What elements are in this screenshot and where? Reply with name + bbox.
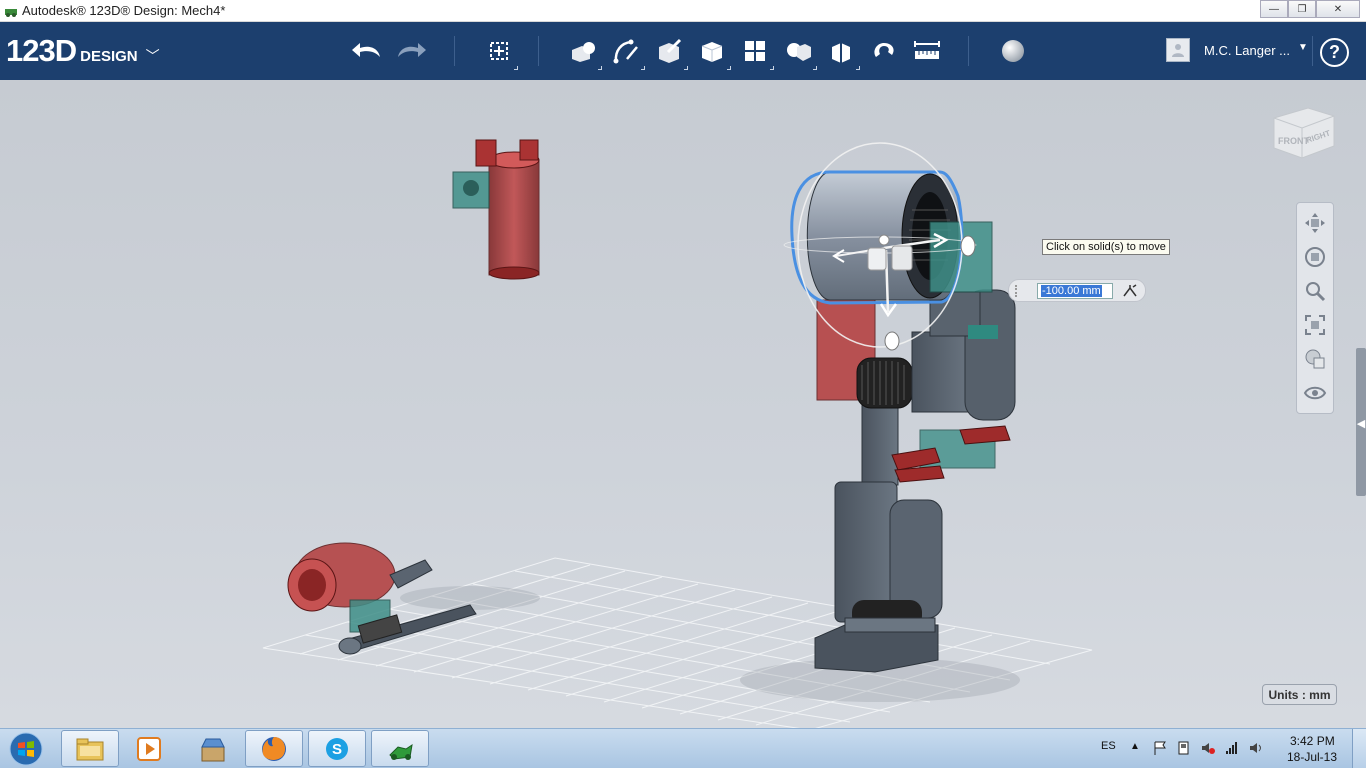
combine-button[interactable]: [824, 34, 860, 70]
media-player-icon: [137, 736, 161, 761]
fit-icon: [1305, 315, 1325, 335]
primitives-button[interactable]: [566, 34, 602, 70]
taskbar-store[interactable]: [184, 730, 242, 767]
toolbar-separator: [538, 36, 539, 66]
combine-icon: [832, 43, 850, 63]
taskbar: S ES ▲ 3:42 PM 18-Jul-13: [0, 728, 1366, 768]
sketch-button[interactable]: [609, 34, 645, 70]
visibility-icon: [1303, 386, 1327, 400]
transform-button[interactable]: [482, 34, 518, 70]
redo-button[interactable]: [394, 34, 428, 68]
toolbar-separator: [1312, 36, 1313, 66]
construct-button[interactable]: [652, 34, 688, 70]
transform-icon: [490, 42, 508, 60]
material-icon: [1002, 40, 1024, 62]
user-icon: [1172, 44, 1184, 57]
store-icon: [201, 738, 225, 761]
chevron-down-icon: ﹀: [145, 48, 160, 64]
avatar[interactable]: [1166, 38, 1190, 62]
move-tooltip: Click on solid(s) to move: [1042, 239, 1170, 255]
redo-icon: [398, 43, 426, 57]
toolbar-separator: [968, 36, 969, 66]
chevron-left-icon[interactable]: ◀: [1356, 412, 1366, 434]
pattern-button[interactable]: [738, 34, 774, 70]
user-name[interactable]: M.C. Langer ...: [1204, 43, 1290, 58]
undo-button[interactable]: [350, 34, 384, 68]
zoom-icon: [1306, 282, 1326, 302]
123d-design-icon: [389, 743, 413, 760]
taskbar-123d-design[interactable]: [371, 730, 429, 767]
language-indicator[interactable]: ES: [1101, 740, 1116, 752]
windows-start-icon: [9, 732, 43, 766]
toolbar-separator: [454, 36, 455, 66]
user-menu-chevron-icon[interactable]: ▼: [1298, 42, 1308, 53]
show-hidden-icons-icon[interactable]: ▲: [1130, 741, 1140, 752]
logo-word: DESIGN: [80, 48, 138, 65]
undo-icon: [352, 43, 380, 57]
fit-button[interactable]: [1301, 311, 1329, 339]
window-controls: — ❐ ✕: [1260, 0, 1360, 18]
show-desktop-button[interactable]: [1352, 729, 1366, 768]
volume-alert-icon[interactable]: [1200, 740, 1216, 756]
app-logo-icon: [5, 9, 17, 17]
taskbar-firefox[interactable]: [245, 730, 303, 767]
snap-button[interactable]: [867, 34, 901, 68]
taskbar-skype[interactable]: S: [308, 730, 366, 767]
view-style-icon: [1305, 349, 1325, 369]
move-distance-widget: -100.00 mm: [1008, 279, 1146, 302]
action-center-flag-icon[interactable]: [1152, 740, 1168, 756]
material-button[interactable]: [996, 34, 1030, 68]
firefox-icon: [262, 736, 286, 761]
pan-icon: [1305, 213, 1325, 233]
taskbar-media-player[interactable]: [120, 730, 178, 767]
model-scene[interactable]: [0, 80, 1366, 728]
help-button[interactable]: ?: [1320, 38, 1349, 67]
grouping-button[interactable]: [781, 34, 817, 70]
start-button[interactable]: [4, 730, 48, 768]
view-style-button[interactable]: [1301, 345, 1329, 373]
network-signal-icon[interactable]: [1224, 740, 1240, 756]
orbit-button[interactable]: [1301, 243, 1329, 271]
drag-grip-icon[interactable]: [1015, 285, 1021, 297]
svg-text:S: S: [332, 741, 342, 758]
flip-direction-icon[interactable]: [1121, 283, 1139, 299]
construct-icon: [659, 38, 682, 63]
3d-viewport[interactable]: Click on solid(s) to move -100.00 mm FRO…: [0, 80, 1366, 728]
sketch-icon: [613, 39, 638, 64]
units-button[interactable]: Units : mm: [1262, 684, 1337, 705]
clock-time[interactable]: 3:42 PM: [1290, 734, 1335, 748]
distance-value: -100.00 mm: [1041, 285, 1102, 297]
modify-button[interactable]: [695, 34, 731, 70]
pan-button[interactable]: [1301, 209, 1329, 237]
restore-button[interactable]: ❐: [1288, 0, 1316, 18]
modify-icon: [701, 42, 723, 62]
clock-date[interactable]: 18-Jul-13: [1287, 750, 1337, 764]
skype-icon: S: [326, 737, 348, 760]
navigation-bar: [1296, 202, 1334, 414]
floating-arm-part[interactable]: [452, 139, 540, 280]
window-title: Autodesk® 123D® Design: Mech4*: [22, 3, 226, 18]
taskbar-explorer[interactable]: [61, 730, 119, 767]
file-explorer-icon: [76, 738, 104, 760]
orbit-icon: [1305, 247, 1325, 267]
device-icon[interactable]: [1176, 740, 1192, 756]
viewcube[interactable]: FRONT RIGHT: [1268, 100, 1338, 166]
snap-icon: [874, 43, 894, 57]
distance-input[interactable]: -100.00 mm: [1037, 283, 1113, 299]
close-button[interactable]: ✕: [1316, 0, 1360, 18]
main-toolbar: 123D DESIGN ﹀ M.C. Langer ... ▼ ?: [0, 22, 1366, 80]
app-menu-button[interactable]: 123D DESIGN ﹀: [6, 33, 160, 69]
measure-icon: [914, 41, 940, 59]
title-bar: Autodesk® 123D® Design: Mech4* — ❐ ✕: [0, 0, 1366, 22]
speaker-icon[interactable]: [1248, 740, 1264, 756]
minimize-button[interactable]: —: [1260, 0, 1288, 18]
zoom-button[interactable]: [1301, 277, 1329, 305]
pattern-icon: [745, 41, 765, 61]
logo-number: 123D: [6, 33, 77, 68]
measure-button[interactable]: [910, 34, 944, 68]
visibility-button[interactable]: [1301, 379, 1329, 407]
grouping-icon: [787, 43, 811, 61]
primitives-icon: [572, 42, 595, 62]
